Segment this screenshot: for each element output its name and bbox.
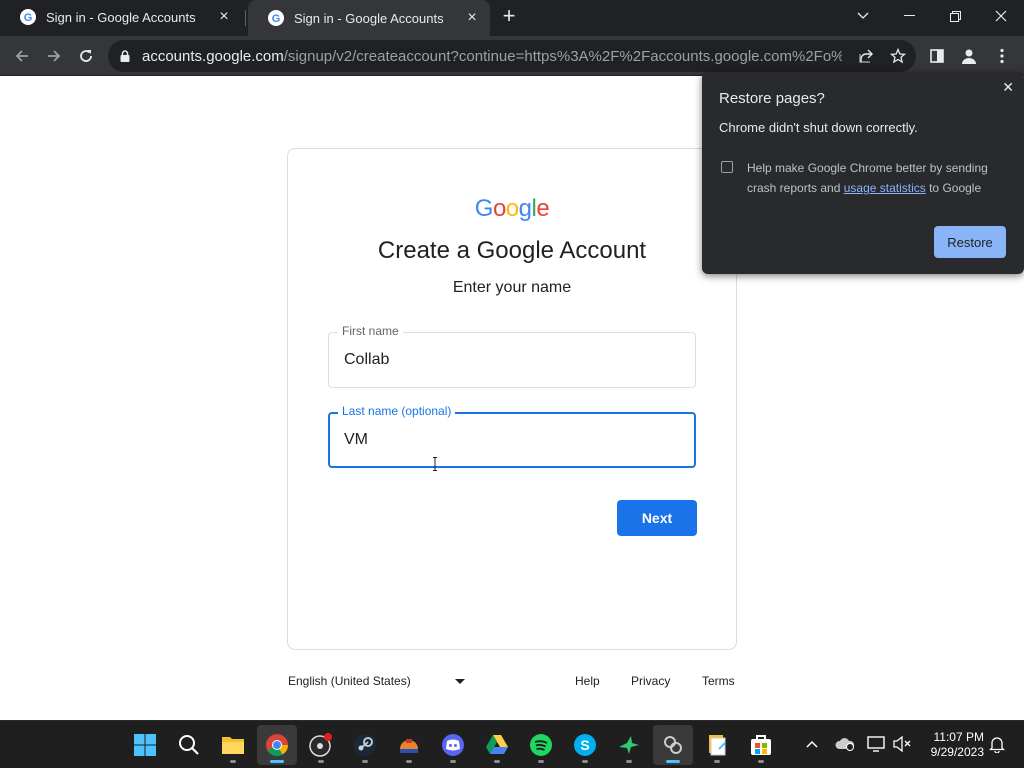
new-tab-button[interactable]: + (498, 5, 520, 28)
help-link[interactable]: Help (575, 674, 600, 688)
taskbar: S 11:07 PM 9/29/2023 (0, 720, 1024, 768)
app-icon[interactable] (389, 725, 429, 765)
close-icon[interactable]: ✕ (1002, 79, 1014, 96)
share-icon[interactable] (854, 44, 878, 68)
notifications-bell-icon[interactable] (986, 733, 1008, 755)
profile-avatar-icon[interactable] (957, 44, 981, 68)
tab-active[interactable]: G Sign in - Google Accounts × (248, 0, 490, 36)
address-bar[interactable]: accounts.google.com/signup/v2/createacco… (108, 40, 916, 72)
crash-report-checkbox[interactable] (721, 161, 733, 173)
tab-divider (245, 10, 246, 26)
tab-inactive[interactable]: G Sign in - Google Accounts × (0, 0, 242, 34)
restore-pages-popup: Restore pages? ✕ Chrome didn't shut down… (702, 72, 1024, 274)
terms-link[interactable]: Terms (702, 674, 735, 688)
side-panel-icon[interactable] (925, 44, 949, 68)
link-app-icon[interactable] (653, 725, 693, 765)
show-hidden-icons-chevron-icon[interactable] (801, 733, 823, 755)
steam-icon[interactable] (345, 725, 385, 765)
skype-icon[interactable]: S (565, 725, 605, 765)
last-name-field[interactable]: Last name (optional) VM (328, 404, 696, 468)
forward-arrow-icon[interactable] (42, 44, 66, 68)
store-icon[interactable] (741, 725, 781, 765)
spotify-icon[interactable] (521, 725, 561, 765)
url-path: /signup/v2/createaccount?continue=https%… (283, 48, 842, 65)
more-menu-icon[interactable] (990, 44, 1014, 68)
clock-date: 9/29/2023 (930, 745, 984, 759)
privacy-link[interactable]: Privacy (631, 674, 670, 688)
signup-card: Google Create a Google Account Enter you… (287, 148, 737, 650)
text-cursor-icon (433, 457, 437, 471)
google-drive-icon[interactable] (477, 725, 517, 765)
svg-text:S: S (580, 737, 589, 753)
first-name-field[interactable]: First name Collab (328, 324, 696, 388)
page-title: Create a Google Account (377, 237, 647, 264)
google-logo: Google (474, 195, 550, 222)
tab-strip: G Sign in - Google Accounts × G Sign in … (0, 0, 1024, 36)
tab-close-icon[interactable]: × (216, 9, 232, 25)
tab-close-icon[interactable]: × (464, 10, 480, 26)
svg-text:G: G (24, 12, 33, 24)
restore-button[interactable]: Restore (934, 226, 1006, 258)
lock-icon[interactable] (120, 50, 130, 62)
volume-muted-icon[interactable] (891, 733, 913, 755)
next-button[interactable]: Next (617, 500, 697, 536)
bird-app-icon[interactable] (609, 725, 649, 765)
popup-title: Restore pages? (719, 90, 825, 107)
chrome-icon[interactable] (257, 725, 297, 765)
dropdown-arrow-icon (455, 678, 465, 684)
url-text: accounts.google.com/signup/v2/createacco… (142, 48, 842, 65)
search-icon[interactable] (169, 725, 209, 765)
reload-icon[interactable] (74, 44, 98, 68)
restore-window-icon[interactable] (932, 0, 978, 32)
system-clock[interactable]: 11:07 PM 9/29/2023 (922, 730, 984, 760)
network-icon[interactable] (866, 733, 888, 755)
browser-toolbar: accounts.google.com/signup/v2/createacco… (0, 36, 1024, 76)
last-name-value: VM (344, 431, 368, 448)
page-subtitle: Enter your name (452, 279, 572, 296)
tab-title: Sign in - Google Accounts (46, 9, 196, 25)
checkbox-text-end: to Google (925, 181, 982, 195)
usage-statistics-link[interactable]: usage statistics (844, 181, 926, 195)
file-explorer-icon[interactable] (213, 725, 253, 765)
first-name-value: Collab (344, 351, 390, 368)
first-name-label: First name (338, 324, 403, 338)
url-host: accounts.google.com (142, 48, 284, 65)
language-selector[interactable]: English (United States) (288, 674, 468, 688)
start-icon[interactable] (125, 725, 165, 765)
obs-icon[interactable] (301, 725, 341, 765)
back-arrow-icon[interactable] (10, 44, 34, 68)
discord-icon[interactable] (433, 725, 473, 765)
google-favicon-icon: G (268, 10, 284, 26)
popup-message: Chrome didn't shut down correctly. (719, 120, 918, 135)
language-label: English (United States) (288, 674, 411, 688)
minimize-icon[interactable] (886, 0, 932, 32)
close-window-icon[interactable] (978, 0, 1024, 32)
tab-search-chevron-icon[interactable] (840, 0, 886, 32)
last-name-label: Last name (optional) (338, 404, 456, 418)
crash-report-text: Help make Google Chrome better by sendin… (747, 158, 1002, 198)
google-favicon-icon: G (20, 9, 36, 25)
onedrive-icon[interactable] (834, 733, 856, 755)
notepad-icon[interactable] (697, 725, 737, 765)
clock-time: 11:07 PM (933, 730, 984, 744)
tab-title: Sign in - Google Accounts (294, 10, 444, 26)
svg-text:G: G (272, 13, 281, 25)
bookmark-star-icon[interactable] (886, 44, 910, 68)
